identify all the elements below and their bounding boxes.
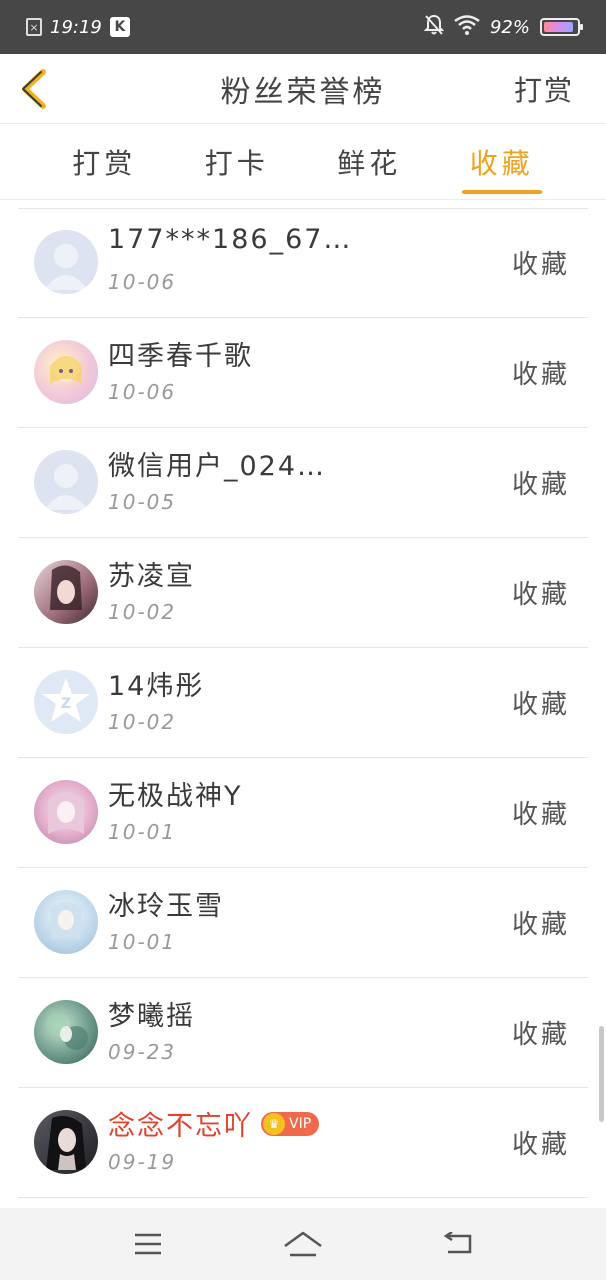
status-time: 19:19 [50, 16, 102, 38]
list-item[interactable]: 无极战神Y 10-01 收藏 [18, 758, 588, 868]
fan-date: 10-05 [108, 490, 177, 514]
battery-icon [540, 18, 583, 36]
tab-checkin[interactable]: 打卡 [199, 124, 275, 200]
menu-icon [134, 1233, 161, 1255]
avatar[interactable]: Z [34, 670, 98, 734]
header: 粉丝荣誉榜 打赏 [0, 54, 606, 124]
fan-name: 177***186_67… [108, 224, 353, 255]
favorite-label: 收藏 [511, 1020, 570, 1050]
tab-bar: 打赏 打卡 鲜花 收藏 [0, 124, 606, 200]
home-icon [284, 1231, 322, 1257]
list-item[interactable]: Z 14炜彤 10-02 收藏 [18, 648, 588, 758]
anime-girl-avatar-icon [50, 356, 82, 384]
svg-text:Z: Z [61, 696, 71, 712]
avatar[interactable] [34, 780, 98, 844]
fan-date: 10-06 [108, 380, 177, 404]
favorite-label: 收藏 [511, 580, 570, 610]
favorite-label: 收藏 [511, 250, 570, 280]
list-item[interactable]: 念念不忘吖 ♛ VIP 09-19 收藏 [18, 1088, 588, 1198]
reward-button[interactable]: 打赏 [514, 69, 574, 109]
mute-bell-icon [423, 14, 445, 41]
favorite-label: 收藏 [511, 910, 570, 940]
fan-date: 10-01 [108, 930, 177, 954]
fan-name: 念念不忘吖 ♛ VIP [108, 1104, 320, 1143]
app-k-icon: K [109, 17, 130, 37]
favorite-label: 收藏 [511, 1130, 570, 1160]
crown-icon: ♛ [263, 1112, 285, 1135]
home-button[interactable] [273, 1219, 333, 1269]
girl-photo-avatar-icon [50, 565, 82, 610]
fan-date: 09-19 [108, 1150, 177, 1174]
scrollbar[interactable] [599, 1026, 604, 1122]
vip-label: VIP [289, 1115, 312, 1132]
fan-date: 09-23 [108, 1040, 177, 1064]
avatar[interactable] [34, 230, 98, 294]
default-user-avatar-icon [44, 464, 88, 510]
menu-button[interactable] [118, 1219, 178, 1269]
tab-flowers[interactable]: 鲜花 [331, 124, 407, 200]
fan-list: 177***186_67… 10-06 收藏 四季春千歌 10-06 收藏 微信… [0, 208, 606, 1198]
fan-date: 10-06 [108, 270, 177, 294]
anime-pink-avatar-icon [48, 792, 84, 834]
list-item[interactable]: 四季春千歌 10-06 收藏 [18, 318, 588, 428]
list-item[interactable]: 冰玲玉雪 10-01 收藏 [18, 868, 588, 978]
notification-x-icon: × [26, 18, 42, 36]
avatar[interactable] [34, 890, 98, 954]
list-item[interactable]: 177***186_67… 10-06 收藏 [18, 208, 588, 318]
vip-badge: ♛ VIP [261, 1111, 320, 1136]
fan-date: 10-01 [108, 820, 177, 844]
fan-date: 10-02 [108, 710, 177, 734]
anime-blue-avatar-icon [50, 902, 82, 940]
fan-name: 苏凌宣 [108, 561, 195, 592]
back-nav-button[interactable] [428, 1219, 488, 1269]
avatar[interactable] [34, 1000, 98, 1064]
status-bar: × 19:19 K 92% [0, 0, 606, 54]
avatar[interactable] [34, 450, 98, 514]
default-user-avatar-icon [44, 244, 88, 290]
fan-name: 梦曦摇 [108, 1001, 195, 1032]
favorite-label: 收藏 [511, 690, 570, 720]
fan-name: 冰玲玉雪 [108, 891, 224, 922]
favorite-label: 收藏 [511, 470, 570, 500]
list-item[interactable]: 微信用户_024… 10-05 收藏 [18, 428, 588, 538]
fan-name: 无极战神Y [108, 781, 243, 812]
avatar[interactable] [34, 340, 98, 404]
list-item[interactable]: 苏凌宣 10-02 收藏 [18, 538, 588, 648]
favorite-label: 收藏 [511, 360, 570, 390]
system-nav-bar [0, 1208, 606, 1280]
fan-name: 14炜彤 [108, 671, 205, 702]
chevron-left-icon [22, 69, 46, 109]
battery-percent: 92% [489, 16, 530, 38]
list-item[interactable]: 梦曦摇 09-23 收藏 [18, 978, 588, 1088]
tab-reward[interactable]: 打赏 [66, 124, 142, 200]
back-icon [444, 1232, 472, 1254]
back-button[interactable] [14, 68, 54, 110]
fan-name: 四季春千歌 [108, 341, 253, 372]
fan-date: 10-02 [108, 600, 177, 624]
favorite-label: 收藏 [511, 800, 570, 830]
avatar[interactable] [34, 560, 98, 624]
tab-favorites[interactable]: 收藏 [461, 124, 542, 200]
wifi-icon [454, 14, 480, 40]
qq-star-avatar-icon: Z [42, 678, 90, 722]
fan-name: 微信用户_024… [108, 451, 327, 482]
dark-girl-avatar-icon [46, 1116, 86, 1170]
nature-avatar-icon [46, 1014, 88, 1050]
avatar[interactable] [34, 1110, 98, 1174]
